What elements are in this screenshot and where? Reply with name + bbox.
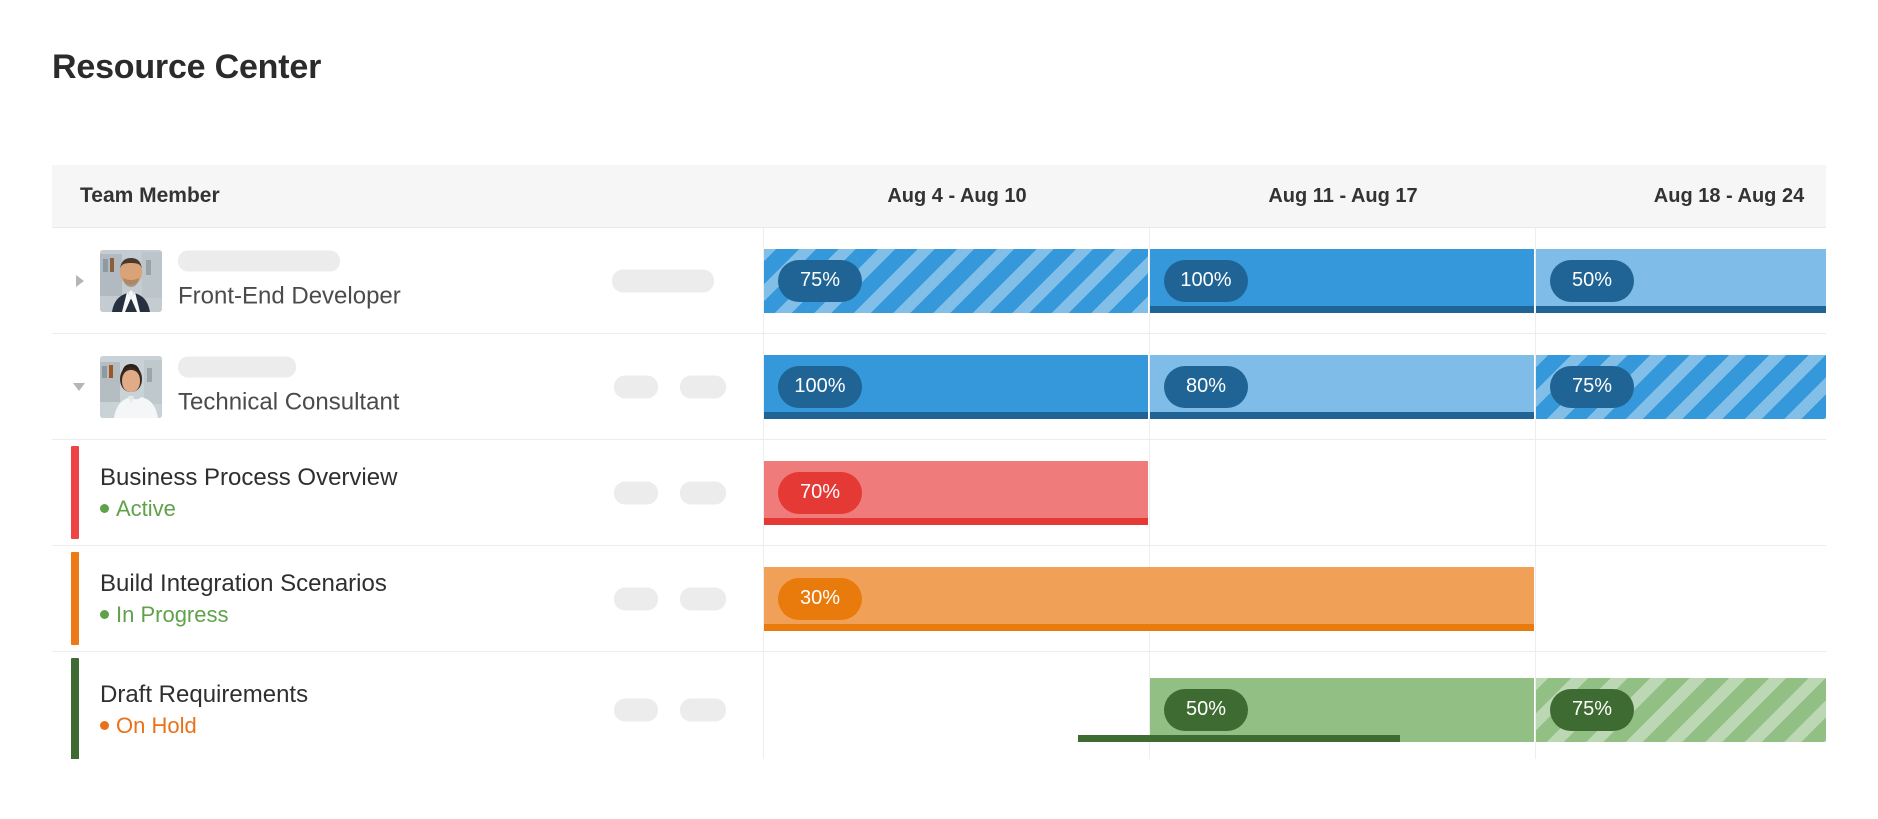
collapse-arrow-icon[interactable]: [72, 378, 90, 396]
gantt-bar[interactable]: 75%: [1536, 354, 1826, 419]
action-placeholder[interactable]: [614, 481, 658, 504]
avatar: [100, 249, 162, 312]
row-label-cell: Build Integration Scenarios In Progress: [52, 546, 763, 651]
member-name-placeholder: [178, 250, 340, 271]
gantt-bar[interactable]: 75%: [1536, 677, 1826, 742]
table-header: Team Member Aug 4 - Aug 10 Aug 11 - Aug …: [52, 165, 1826, 228]
row-label-cell: Business Process Overview Active: [52, 440, 763, 545]
status-dot-icon: [100, 504, 109, 513]
gantt-bar-percent-badge: 100%: [1164, 259, 1248, 302]
gantt-bar-percent-badge: 75%: [1550, 365, 1634, 408]
task-name-label: Business Process Overview: [100, 463, 398, 491]
action-placeholder[interactable]: [680, 375, 726, 398]
status-label: Active: [116, 495, 176, 521]
action-placeholder[interactable]: [614, 698, 658, 721]
row-actions[interactable]: [612, 269, 714, 292]
column-header-team-member: Team Member: [80, 184, 220, 207]
gantt-bar[interactable]: 100%: [1150, 248, 1534, 313]
column-divider: [1535, 440, 1536, 545]
task-info: Build Integration Scenarios In Progress: [100, 568, 387, 630]
gantt-bar[interactable]: 100%: [764, 354, 1148, 419]
table-row-task[interactable]: Draft Requirements On Hold 50% 75%: [52, 652, 1826, 759]
member-info: Front-End Developer: [178, 250, 598, 311]
action-placeholder[interactable]: [680, 481, 726, 504]
gantt-progress-line: [1150, 305, 1534, 313]
table-row-member[interactable]: Technical Consultant 100% 80% 75%: [52, 334, 1826, 440]
gantt-bar[interactable]: 50%: [1536, 248, 1826, 313]
gantt-bar-percent-badge: 30%: [778, 577, 862, 620]
expand-arrow-icon[interactable]: [72, 272, 90, 290]
status-dot-icon: [100, 721, 109, 730]
gantt-bar[interactable]: 75%: [764, 248, 1148, 313]
resource-center-page: Resource Center Team Member Aug 4 - Aug …: [0, 0, 1878, 819]
gantt-bar-percent-badge: 75%: [778, 259, 862, 302]
status-dot-icon: [100, 610, 109, 619]
table-row-task[interactable]: Business Process Overview Active 70%: [52, 440, 1826, 546]
task-accent-bar: [71, 446, 79, 539]
gantt-bar[interactable]: 50%: [1150, 677, 1534, 742]
member-name-placeholder: [178, 356, 296, 377]
gantt-bar[interactable]: 80%: [1150, 354, 1534, 419]
member-info: Technical Consultant: [178, 356, 598, 417]
gantt-bar-percent-badge: 70%: [778, 471, 862, 514]
row-label-cell: Front-End Developer: [52, 228, 763, 333]
member-role-label: Technical Consultant: [178, 388, 400, 415]
table-row-member[interactable]: Front-End Developer 75% 100% 50%: [52, 228, 1826, 334]
table-body: Front-End Developer 75% 100% 50% Technical C…: [52, 228, 1826, 759]
table-row-task[interactable]: Build Integration Scenarios In Progress 30…: [52, 546, 1826, 652]
column-divider: [1535, 546, 1536, 651]
task-name-label: Build Integration Scenarios: [100, 569, 387, 597]
avatar: [100, 355, 162, 418]
status-badge: In Progress: [100, 600, 387, 630]
gantt-bar-percent-badge: 80%: [1164, 365, 1248, 408]
gantt-progress-line: [1150, 411, 1534, 419]
column-header-week-2: Aug 11 - Aug 17: [1268, 184, 1418, 207]
action-placeholder[interactable]: [680, 698, 726, 721]
member-role-label: Front-End Developer: [178, 282, 401, 309]
column-divider: [763, 652, 764, 759]
column-header-week-3: Aug 18 - Aug 24: [1653, 184, 1805, 207]
task-info: Business Process Overview Active: [100, 462, 397, 524]
gantt-progress-line: [1150, 734, 1400, 742]
status-badge: Active: [100, 494, 397, 524]
row-actions[interactable]: [614, 587, 726, 610]
gantt-progress-line: [764, 623, 1534, 631]
gantt-progress-line: [1536, 305, 1826, 313]
status-label: In Progress: [116, 601, 229, 627]
column-header-week-1: Aug 4 - Aug 10: [887, 184, 1027, 207]
action-placeholder[interactable]: [680, 587, 726, 610]
gantt-grid: Team Member Aug 4 - Aug 10 Aug 11 - Aug …: [52, 165, 1826, 759]
task-info: Draft Requirements On Hold: [100, 679, 308, 741]
gantt-bar[interactable]: 30%: [764, 566, 1534, 631]
row-label-cell: Draft Requirements On Hold: [52, 652, 763, 759]
column-divider: [1149, 440, 1150, 545]
task-accent-bar: [71, 552, 79, 645]
task-name-label: Draft Requirements: [100, 680, 309, 708]
action-placeholder[interactable]: [614, 375, 658, 398]
row-actions[interactable]: [614, 698, 726, 721]
gantt-bar-percent-badge: 100%: [778, 365, 862, 408]
status-badge: On Hold: [100, 711, 308, 741]
action-placeholder[interactable]: [614, 587, 658, 610]
gantt-bar-percent-badge: 50%: [1550, 259, 1634, 302]
row-label-cell: Technical Consultant: [52, 334, 763, 439]
gantt-progress-line: [764, 517, 1148, 525]
row-actions[interactable]: [614, 375, 726, 398]
gantt-bar-percent-badge: 75%: [1550, 688, 1634, 731]
status-label: On Hold: [116, 712, 197, 738]
gantt-bar-percent-badge: 50%: [1164, 688, 1248, 731]
task-accent-bar: [71, 658, 79, 759]
row-actions[interactable]: [614, 481, 726, 504]
gantt-progress-tail: [1078, 734, 1150, 742]
gantt-bar[interactable]: 70%: [764, 460, 1148, 525]
page-title: Resource Center: [52, 48, 322, 86]
gantt-progress-line: [764, 411, 1148, 419]
action-placeholder[interactable]: [612, 269, 714, 292]
